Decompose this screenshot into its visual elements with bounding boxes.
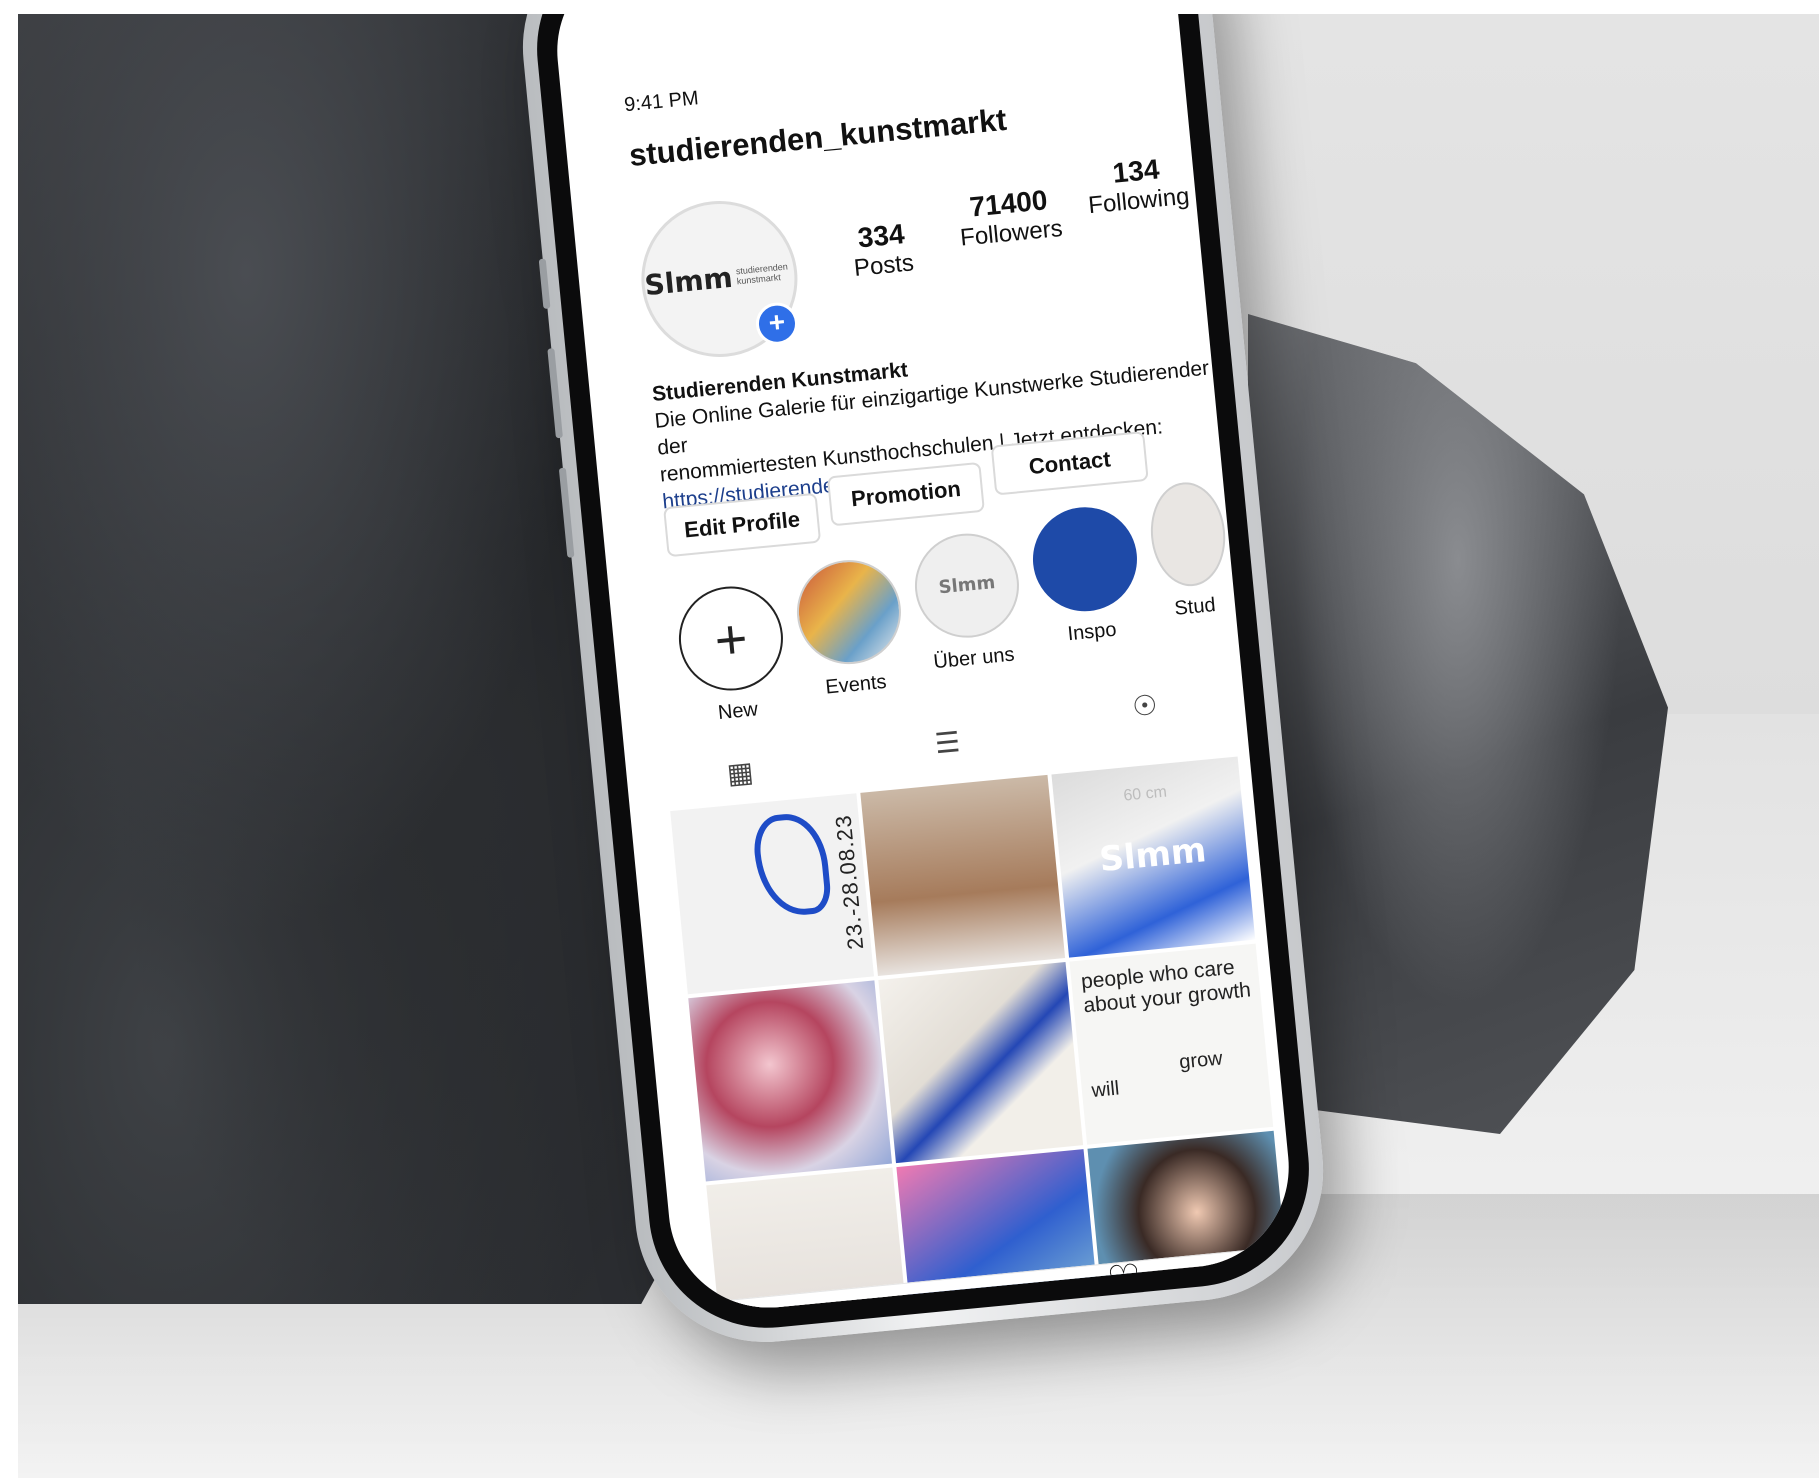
profile-username[interactable]: studierenden_kunstmarkt: [628, 102, 1009, 174]
add-post-icon[interactable]: ⊞: [987, 1279, 1023, 1317]
avatar-logo: Slmm: [643, 260, 735, 303]
highlight-stud[interactable]: Stud: [1143, 478, 1236, 623]
highlight-events[interactable]: Events: [789, 555, 912, 702]
post-tile-4[interactable]: [688, 980, 893, 1182]
post-tile-2[interactable]: [860, 774, 1065, 976]
highlight-events-label: Events: [824, 670, 888, 699]
phone-frame: 9:41 PM studierenden_kunstmarkt Slmm stu…: [511, 14, 1335, 1354]
highlight-stud-label: Stud: [1173, 593, 1217, 620]
highlight-inspo[interactable]: Inspo: [1025, 502, 1148, 649]
list-icon[interactable]: ☰: [933, 725, 962, 760]
highlight-ueber-uns-logo: Slmm: [910, 528, 1024, 643]
highlight-ueber-uns[interactable]: Slmm Über uns: [907, 528, 1030, 676]
post-tile-3[interactable]: 60 cm Slmm: [1051, 756, 1256, 958]
highlight-inspo-label: Inspo: [1066, 618, 1118, 646]
stat-posts[interactable]: 334 Posts: [825, 215, 940, 285]
status-time: 9:41 PM: [623, 87, 700, 117]
post-size-text: 60 cm: [1122, 783, 1168, 805]
posts-grid: 23.-28.08.23 60 cm Slmm people who care …: [670, 756, 1292, 1317]
stat-followers[interactable]: 71400 Followers: [932, 181, 1087, 255]
post-word-will: will: [1090, 1077, 1121, 1103]
stat-following[interactable]: 134 Following: [1075, 150, 1200, 221]
post-tile-1[interactable]: 23.-28.08.23: [670, 793, 875, 995]
highlight-inspo-circle: [1028, 502, 1142, 616]
scene-background: 9:41 PM studierenden_kunstmarkt Slmm stu…: [18, 14, 1819, 1478]
highlight-stud-image: [1146, 478, 1230, 590]
highlight-logo-text: Slmm: [937, 572, 997, 599]
post-tile-6[interactable]: people who care about your growth will g…: [1069, 943, 1274, 1145]
highlight-ueber-uns-label: Über uns: [932, 643, 1016, 674]
heart-icon[interactable]: ♡: [1105, 1255, 1143, 1303]
highlight-new-label: New: [716, 698, 759, 725]
phone-screen: 9:41 PM studierenden_kunstmarkt Slmm stu…: [548, 14, 1298, 1317]
post-logo-text: Slmm: [1097, 830, 1208, 881]
search-icon[interactable]: ⚲: [868, 1303, 901, 1317]
highlight-new[interactable]: + New: [671, 581, 794, 729]
tagged-icon[interactable]: ☉: [1131, 688, 1159, 723]
plus-icon: +: [674, 581, 788, 696]
grid-icon[interactable]: ▦: [725, 755, 755, 790]
post-word-grow: grow: [1178, 1047, 1224, 1074]
phone-bezel: 9:41 PM studierenden_kunstmarkt Slmm stu…: [526, 14, 1320, 1339]
post-tile-5[interactable]: [878, 962, 1083, 1164]
avatar-subtitle: studierenden kunstmarkt: [735, 261, 789, 287]
blue-line-shape: [751, 810, 833, 919]
post-quote-text: people who care about your growth: [1080, 955, 1252, 1018]
highlight-events-image: [792, 555, 906, 669]
